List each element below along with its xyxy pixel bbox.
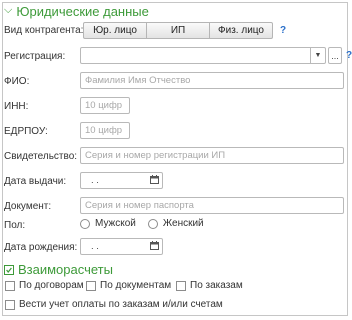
registration-help-icon[interactable]: ? bbox=[346, 50, 352, 61]
document-input[interactable]: Серия и номер паспорта bbox=[80, 197, 344, 214]
by-orders-label[interactable]: По заказам bbox=[190, 280, 243, 291]
certificate-label: Свидетельство: bbox=[4, 151, 78, 162]
registration-more-button[interactable]: ... bbox=[328, 47, 342, 64]
contractor-type-help-icon[interactable]: ? bbox=[280, 25, 286, 36]
document-label: Документ: bbox=[4, 201, 52, 212]
by-contracts-checkbox[interactable] bbox=[5, 281, 15, 291]
contractor-type-entrepreneur-button[interactable]: ИП bbox=[146, 22, 210, 39]
settlements-title: Взаиморасчеты bbox=[18, 262, 113, 277]
by-contracts-label[interactable]: По договорам bbox=[19, 280, 84, 291]
edrpou-input[interactable]: 10 цифр bbox=[80, 122, 130, 139]
birth-date-value: . . bbox=[91, 241, 99, 252]
track-payment-label[interactable]: Вести учет оплаты по заказам и/или счета… bbox=[19, 299, 223, 310]
calendar-icon[interactable] bbox=[150, 175, 159, 184]
by-orders-checkbox[interactable] bbox=[176, 281, 186, 291]
issue-date-label: Дата выдачи: bbox=[4, 176, 67, 187]
calendar-icon[interactable] bbox=[150, 241, 159, 250]
birth-date-label: Дата рождения: bbox=[4, 242, 78, 253]
issue-date-value: . . bbox=[91, 175, 99, 186]
registration-select[interactable]: ▼ bbox=[80, 47, 326, 64]
certificate-input[interactable]: Серия и номер регистрации ИП bbox=[80, 147, 344, 164]
settlements-section-header[interactable]: Взаиморасчеты bbox=[4, 262, 113, 277]
fio-label: ФИО: bbox=[4, 76, 30, 87]
track-payment-checkbox[interactable] bbox=[5, 300, 15, 310]
by-documents-label[interactable]: По документам bbox=[100, 280, 171, 291]
registration-label: Регистрация: bbox=[4, 51, 66, 62]
dropdown-arrow-icon[interactable]: ▼ bbox=[310, 48, 325, 63]
birth-date-input[interactable]: . . bbox=[80, 238, 163, 255]
contractor-type-individual-button[interactable]: Физ. лицо bbox=[209, 22, 273, 39]
contractor-type-label: Вид контрагента: bbox=[4, 25, 84, 36]
chevron-down-icon: ⌵ bbox=[4, 4, 13, 16]
gender-female-label[interactable]: Женский bbox=[163, 218, 204, 229]
gender-radio-group: Мужской Женский bbox=[80, 218, 216, 229]
contractor-type-segmented: Юр. лицо ИП Физ. лицо bbox=[83, 22, 273, 39]
edrpou-label: ЕДРПОУ: bbox=[4, 126, 48, 137]
gender-female-radio[interactable] bbox=[147, 218, 158, 229]
gender-label: Пол: bbox=[4, 220, 26, 231]
legal-section-title: Юридические данные bbox=[16, 4, 149, 19]
checkmark-icon bbox=[6, 267, 12, 273]
contractor-type-legal-button[interactable]: Юр. лицо bbox=[83, 22, 147, 39]
issue-date-input[interactable]: . . bbox=[80, 172, 163, 189]
gender-male-label[interactable]: Мужской bbox=[95, 218, 136, 229]
inn-input[interactable]: 10 цифр bbox=[80, 97, 130, 114]
gender-male-radio[interactable] bbox=[80, 218, 90, 229]
fio-input[interactable]: Фамилия Имя Отчество bbox=[80, 72, 344, 89]
inn-label: ИНН: bbox=[4, 101, 29, 112]
checkbox-checked-icon[interactable] bbox=[4, 264, 14, 275]
legal-section-header[interactable]: ⌵ Юридические данные bbox=[4, 4, 149, 19]
by-documents-checkbox[interactable] bbox=[86, 281, 96, 291]
